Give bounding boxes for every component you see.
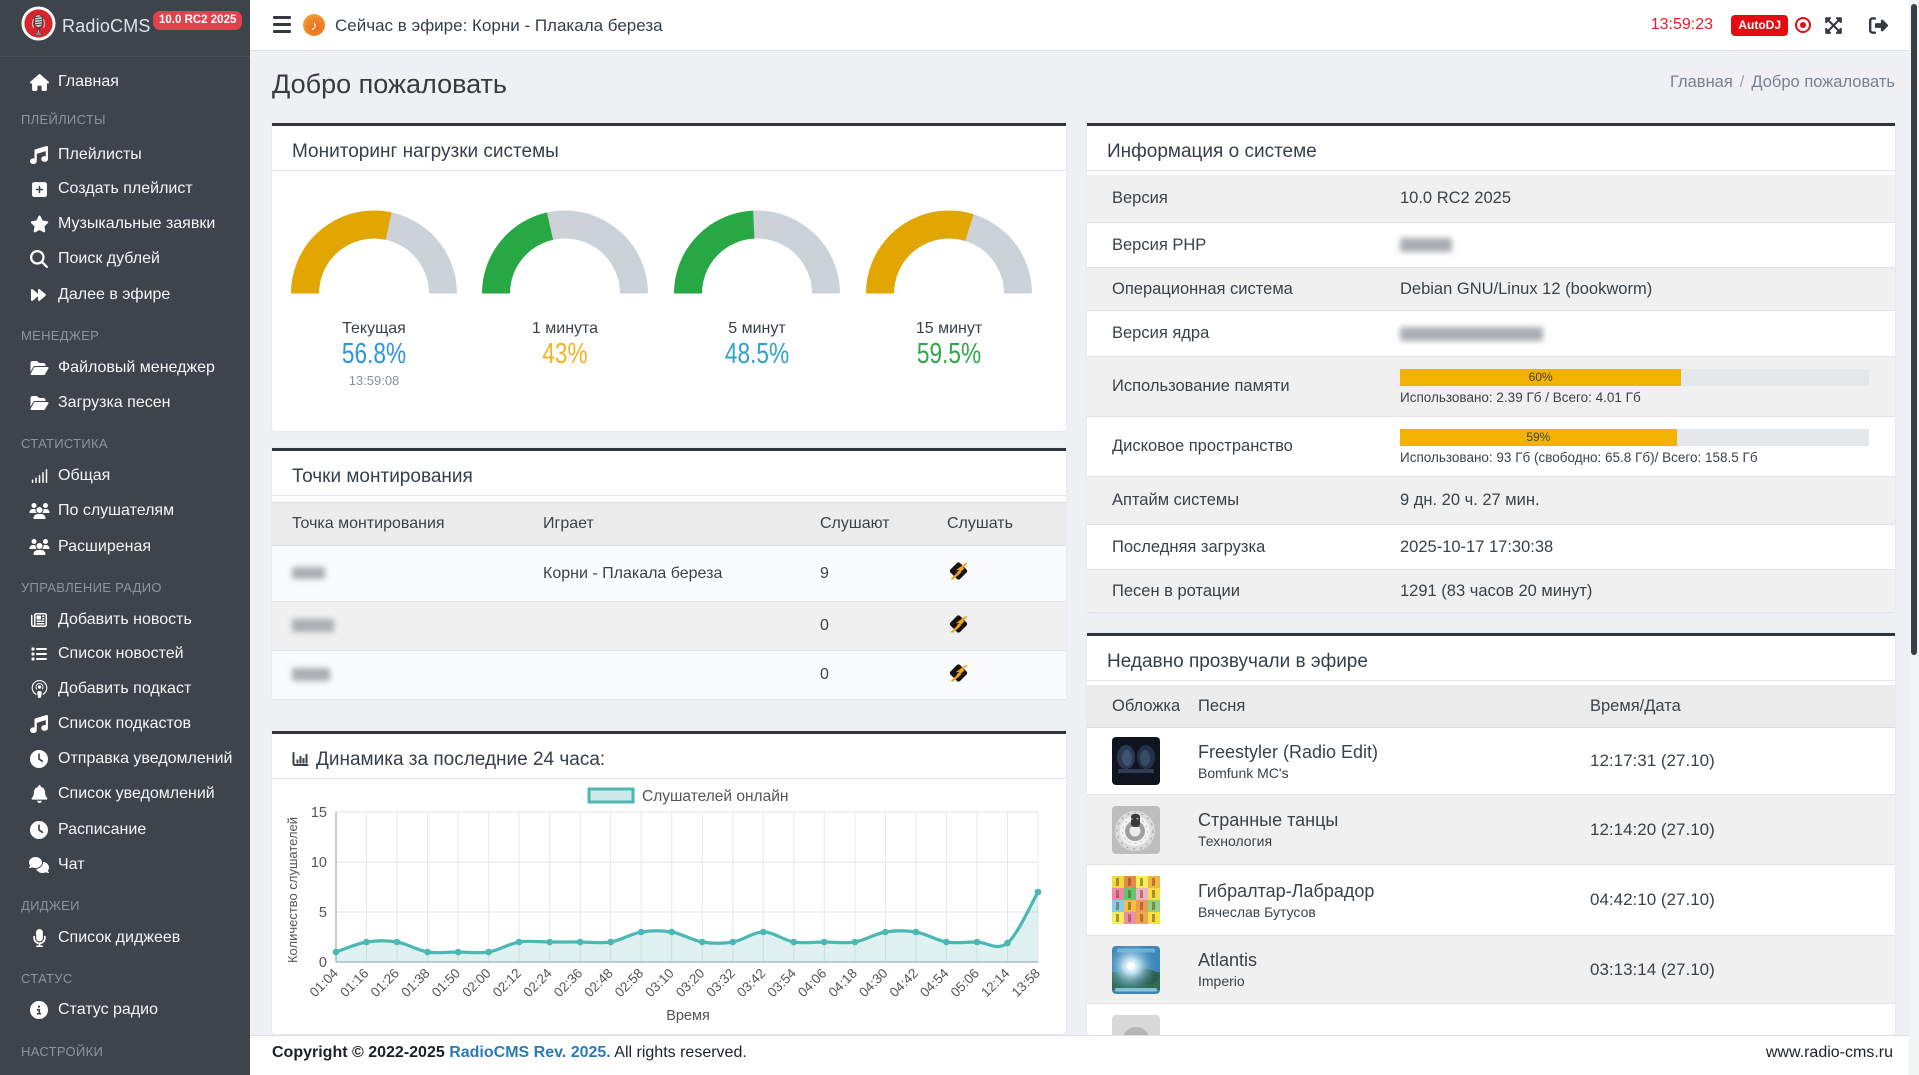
svg-text:02:36: 02:36 xyxy=(551,966,586,1001)
svg-text:02:48: 02:48 xyxy=(581,966,616,1001)
svg-text:04:30: 04:30 xyxy=(856,966,891,1001)
svg-text:01:16: 01:16 xyxy=(337,966,372,1001)
svg-text:Слушателей онлайн: Слушателей онлайн xyxy=(642,788,788,805)
svg-text:05:06: 05:06 xyxy=(948,966,983,1001)
svg-text:03:42: 03:42 xyxy=(734,966,769,1001)
svg-text:04:54: 04:54 xyxy=(917,965,952,1000)
svg-text:02:24: 02:24 xyxy=(520,965,555,1000)
svg-text:03:54: 03:54 xyxy=(764,965,799,1000)
svg-text:15: 15 xyxy=(311,805,327,821)
svg-text:12:14: 12:14 xyxy=(978,965,1013,1000)
svg-text:01:26: 01:26 xyxy=(368,966,403,1001)
svg-text:0: 0 xyxy=(319,955,327,971)
svg-text:01:50: 01:50 xyxy=(429,966,464,1001)
svg-text:03:20: 03:20 xyxy=(673,966,708,1001)
svg-text:10: 10 xyxy=(311,855,327,871)
svg-text:04:42: 04:42 xyxy=(887,966,922,1001)
svg-text:03:10: 03:10 xyxy=(642,966,677,1001)
svg-text:02:12: 02:12 xyxy=(490,966,525,1001)
svg-text:02:00: 02:00 xyxy=(459,966,494,1001)
svg-text:Время: Время xyxy=(666,1008,710,1024)
svg-text:01:38: 01:38 xyxy=(398,966,433,1001)
svg-text:Количество слушателей: Количество слушателей xyxy=(285,817,300,963)
svg-text:13:58: 13:58 xyxy=(1009,966,1044,1001)
svg-text:04:06: 04:06 xyxy=(795,966,830,1001)
svg-text:02:58: 02:58 xyxy=(612,966,647,1001)
svg-text:5: 5 xyxy=(319,905,327,921)
svg-text:03:32: 03:32 xyxy=(703,966,738,1001)
svg-text:04:18: 04:18 xyxy=(826,966,861,1001)
